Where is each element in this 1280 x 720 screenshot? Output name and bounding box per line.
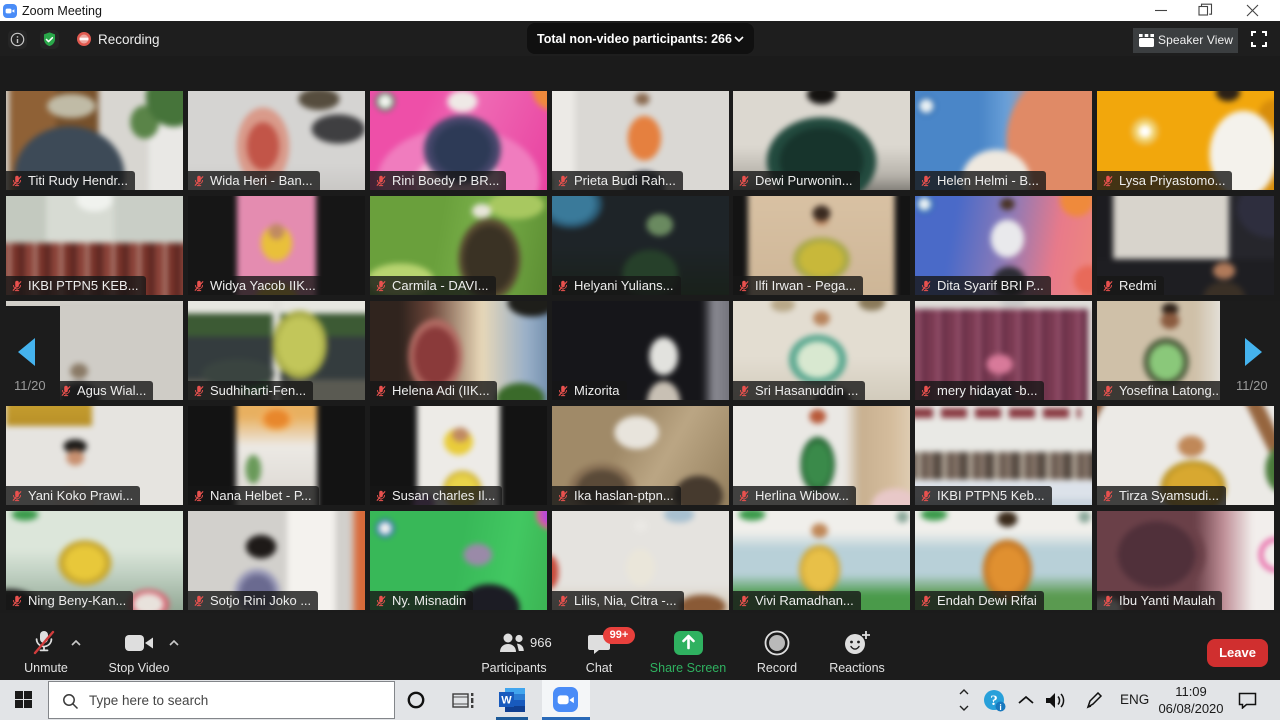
- svg-text:W: W: [501, 695, 512, 707]
- svg-text:i: i: [999, 702, 1001, 712]
